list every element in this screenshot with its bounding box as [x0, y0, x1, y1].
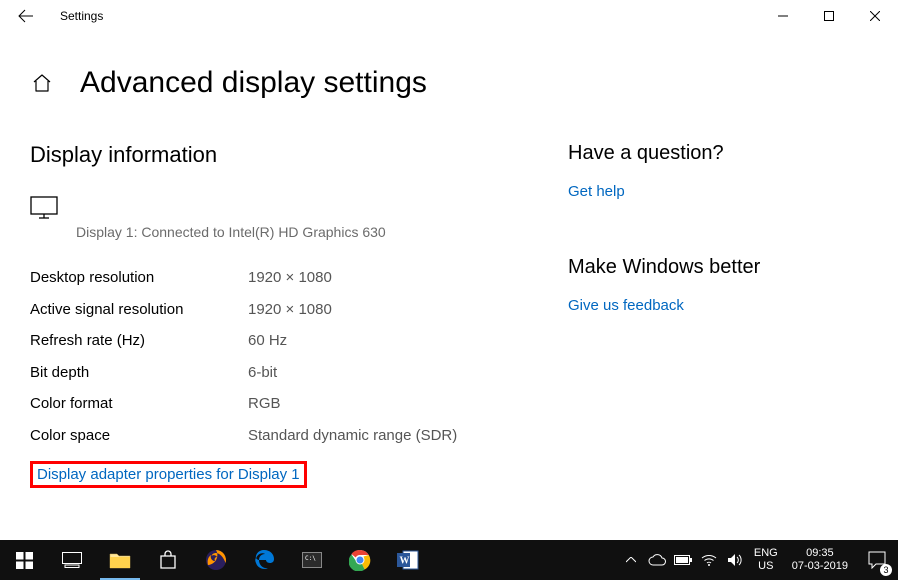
info-label: Color format	[30, 388, 248, 420]
info-row: Color format RGB	[30, 388, 568, 420]
clock[interactable]: 09:35 07-03-2019	[784, 547, 856, 573]
word-button[interactable]: W	[384, 540, 432, 580]
maximize-button[interactable]	[806, 0, 852, 32]
home-icon[interactable]	[30, 71, 54, 95]
info-value: 1920 × 1080	[248, 262, 332, 294]
notification-badge: 3	[880, 564, 892, 576]
info-row: Active signal resolution 1920 × 1080	[30, 294, 568, 326]
info-row: Color space Standard dynamic range (SDR)	[30, 420, 568, 452]
chrome-button[interactable]	[336, 540, 384, 580]
date-text: 07-03-2019	[792, 560, 848, 573]
display-adapter-link[interactable]: Display adapter properties for Display 1	[30, 461, 307, 488]
display-connected-text: Display 1: Connected to Intel(R) HD Grap…	[76, 224, 568, 240]
edge-button[interactable]	[240, 540, 288, 580]
left-column: Display information Display 1: Connected…	[30, 142, 568, 488]
right-column: Have a question? Get help Make Windows b…	[568, 142, 868, 488]
tray-chevron-icon[interactable]	[618, 540, 644, 580]
section-heading: Display information	[30, 142, 568, 168]
info-value: 6-bit	[248, 357, 277, 389]
get-help-link[interactable]: Get help	[568, 183, 868, 200]
firefox-button[interactable]	[192, 540, 240, 580]
info-value: Standard dynamic range (SDR)	[248, 420, 457, 452]
file-explorer-button[interactable]	[96, 540, 144, 580]
close-button[interactable]	[852, 0, 898, 32]
info-value: 1920 × 1080	[248, 294, 332, 326]
svg-text:W: W	[400, 556, 410, 567]
time-text: 09:35	[792, 547, 848, 560]
onedrive-icon[interactable]	[644, 540, 670, 580]
lang-bottom: US	[754, 560, 778, 573]
info-value: RGB	[248, 388, 281, 420]
info-label: Color space	[30, 420, 248, 452]
minimize-button[interactable]	[760, 0, 806, 32]
info-row: Refresh rate (Hz) 60 Hz	[30, 325, 568, 357]
page-title: Advanced display settings	[80, 66, 427, 100]
system-tray: ENG US 09:35 07-03-2019 3	[618, 540, 898, 580]
window-controls	[760, 0, 898, 32]
info-label: Active signal resolution	[30, 294, 248, 326]
info-row: Desktop resolution 1920 × 1080	[30, 262, 568, 294]
language-indicator[interactable]: ENG US	[748, 547, 784, 573]
right-heading-better: Make Windows better	[568, 256, 868, 279]
content: Display information Display 1: Connected…	[0, 100, 898, 488]
info-row: Bit depth 6-bit	[30, 357, 568, 389]
lang-top: ENG	[754, 547, 778, 560]
battery-icon[interactable]	[670, 540, 696, 580]
taskbar: C:\ W ENG US 09:35 07-03-2019	[0, 540, 898, 580]
wifi-icon[interactable]	[696, 540, 722, 580]
terminal-button[interactable]: C:\	[288, 540, 336, 580]
monitor-icon	[30, 196, 568, 220]
start-button[interactable]	[0, 540, 48, 580]
feedback-link[interactable]: Give us feedback	[568, 297, 868, 314]
page-header: Advanced display settings	[0, 32, 898, 100]
microsoft-store-button[interactable]	[144, 540, 192, 580]
volume-icon[interactable]	[722, 540, 748, 580]
task-view-button[interactable]	[48, 540, 96, 580]
info-value: 60 Hz	[248, 325, 287, 357]
back-button[interactable]	[14, 4, 38, 28]
app-title: Settings	[60, 9, 103, 23]
info-label: Desktop resolution	[30, 262, 248, 294]
right-heading-question: Have a question?	[568, 142, 868, 165]
info-label: Bit depth	[30, 357, 248, 389]
info-label: Refresh rate (Hz)	[30, 325, 248, 357]
svg-text:C:\: C:\	[305, 555, 316, 562]
titlebar: Settings	[0, 0, 898, 32]
action-center-button[interactable]: 3	[856, 540, 898, 580]
